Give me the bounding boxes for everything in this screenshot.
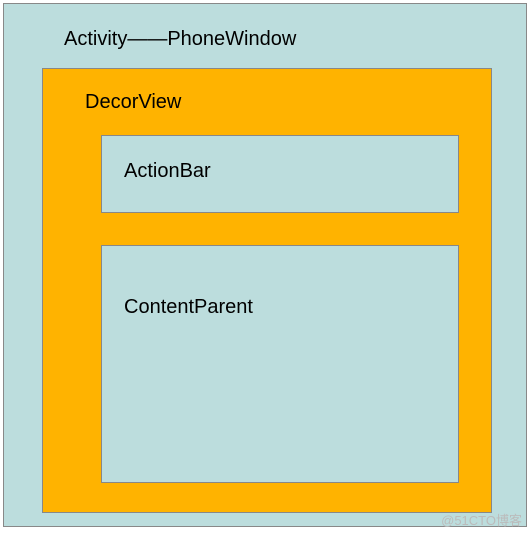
content-parent-container: ContentParent <box>101 245 459 483</box>
content-parent-label: ContentParent <box>124 296 253 319</box>
activity-phonewindow-container: Activity——PhoneWindow DecorView ActionBa… <box>3 3 527 527</box>
action-bar-container: ActionBar <box>101 135 459 213</box>
activity-phonewindow-label: Activity——PhoneWindow <box>64 28 296 51</box>
watermark-text: @51CTO博客 <box>441 510 522 529</box>
decor-view-label: DecorView <box>85 91 181 114</box>
decor-view-container: DecorView ActionBar ContentParent <box>42 68 492 513</box>
action-bar-label: ActionBar <box>124 160 211 183</box>
